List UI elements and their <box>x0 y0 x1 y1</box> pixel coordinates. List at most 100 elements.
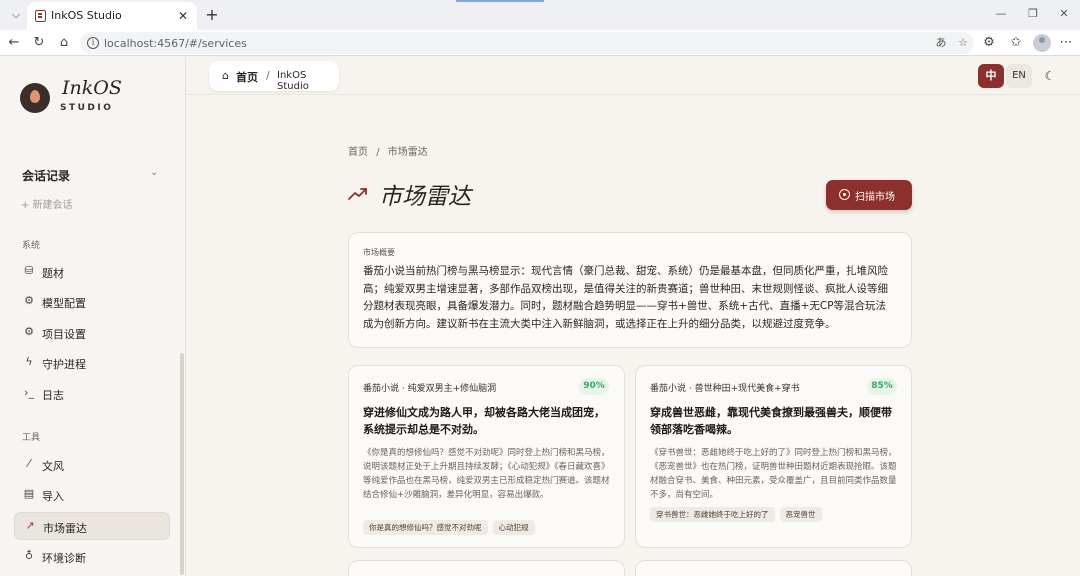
trend-chip-list: 穿书兽世：恶雌她终于吃上好的了 恶宠兽世 <box>650 507 827 526</box>
dark-mode-icon[interactable]: ☾ <box>1040 66 1060 86</box>
reload-icon[interactable]: ↻ <box>31 35 47 51</box>
tab-list-dropdown-icon[interactable]: ⌵ <box>8 7 24 23</box>
sidebar-item-genre[interactable]: ⛁ 题材 <box>14 258 170 286</box>
trend-title: 穿成兽世恶雌，靠现代美食撩到最强兽夫，顺便带领部落吃香喝辣。 <box>650 406 892 436</box>
terminal-icon: ›_ <box>24 386 34 399</box>
sidebar-item-label: 守护进程 <box>42 358 86 371</box>
top-breadcrumb-current: InkOS Studio <box>277 70 309 92</box>
sidebar-item-label: 题材 <box>42 267 64 280</box>
trend-tag: 番茄小说 · 兽世种田+现代美食+穿书 <box>650 384 800 394</box>
trending-up-icon: ↗ <box>25 519 35 532</box>
trend-card-partial[interactable] <box>348 560 625 576</box>
address-bar-row: ← ↻ ⌂ i localhost:4567/#/services あ ☆ ⚙ … <box>0 30 1080 56</box>
favorites-icon[interactable]: ✩ <box>1008 35 1024 51</box>
sidebar-item-label: 日志 <box>42 389 64 402</box>
window-close-icon[interactable]: ✕ <box>1056 6 1072 22</box>
trend-description: 《你是真的想修仙吗？感觉不对劲呢》同时登上热门榜和黑马榜，说明该题材正处于上升期… <box>363 448 610 500</box>
breadcrumb-home[interactable]: 首页 <box>348 147 368 158</box>
header-divider <box>187 94 1080 95</box>
sidebar-scrollbar[interactable] <box>180 353 184 575</box>
wand-icon: ⁄ <box>28 457 30 470</box>
minimize-icon[interactable]: — <box>993 6 1009 22</box>
sidebar-item-import[interactable]: ▤ 导入 <box>14 481 170 509</box>
overview-label: 市场概要 <box>363 248 395 257</box>
sidebar-item-model-config[interactable]: ⚙ 模型配置 <box>14 288 170 316</box>
url-field[interactable]: i localhost:4567/#/services あ ☆ <box>80 32 974 54</box>
lightning-icon: ϟ <box>25 355 33 368</box>
sidebar-item-project-settings[interactable]: ⚙ 项目设置 <box>14 319 170 347</box>
book-stack-icon: ⛁ <box>24 264 34 277</box>
sidebar-item-label: 市场雷达 <box>43 522 87 535</box>
logo-icon <box>20 83 50 113</box>
breadcrumb: 首页 / 市场雷达 <box>348 143 433 158</box>
new-tab-icon[interactable]: + <box>203 6 221 24</box>
language-zh-button[interactable]: 中 <box>978 64 1004 88</box>
trend-score-badge: 85% <box>867 378 897 395</box>
home-icon[interactable]: ⌂ <box>56 35 72 51</box>
maximize-icon[interactable]: ❐ <box>1025 6 1041 22</box>
site-info-icon[interactable]: i <box>87 37 99 49</box>
browser-tab[interactable]: InkOS Studio ✕ <box>27 2 197 30</box>
trend-chip-list: 你是真的想修仙吗？感觉不对劲呢 心动犯规 <box>363 520 540 539</box>
tab-strip-indicator <box>456 0 544 2</box>
scan-market-button[interactable]: 扫描市场 <box>826 180 912 210</box>
settings-icon: ⚙ <box>24 325 34 338</box>
profile-avatar[interactable] <box>1033 34 1051 52</box>
top-breadcrumb-home[interactable]: 首页 <box>236 69 258 85</box>
reference-chip: 心动犯规 <box>492 520 535 535</box>
trend-description: 《穿书兽世：恶雌她终于吃上好的了》同时登上热门榜和黑马榜，《恶宠兽世》也在热门榜… <box>650 448 897 500</box>
chevron-down-icon[interactable]: ⌄ <box>150 167 158 178</box>
scan-market-label: 扫描市场 <box>855 192 895 203</box>
breadcrumb-current: 市场雷达 <box>387 147 428 158</box>
logo-subtitle: STUDIO <box>60 103 114 113</box>
sidebar-item-label: 模型配置 <box>42 297 86 310</box>
logo-name: InkOS <box>62 77 122 99</box>
market-overview-card: 市场概要 番茄小说当前热门榜与黑马榜显示：现代言情（豪门总裁、甜宠、系统）仍是最… <box>348 232 912 348</box>
trend-tag: 番茄小说 · 纯爱双男主+修仙脑洞 <box>363 384 497 394</box>
trend-score-badge: 90% <box>579 378 609 395</box>
top-breadcrumb: ⌂ 首页 / InkOS Studio <box>209 61 339 92</box>
sidebar-item-label: 环境诊断 <box>42 552 86 565</box>
extensions-icon[interactable]: ⚙ <box>981 35 997 51</box>
trend-card[interactable]: 番茄小说 · 兽世种田+现代美食+穿书 85% 穿成兽世恶雌，靠现代美食撩到最强… <box>635 365 912 548</box>
sidebar-item-daemon[interactable]: ϟ 守护进程 <box>14 349 170 377</box>
stethoscope-icon: ♁ <box>24 549 34 562</box>
sidebar-item-label: 导入 <box>42 490 64 503</box>
page-title: 市场雷达 <box>379 184 471 210</box>
file-import-icon: ▤ <box>23 487 35 500</box>
sidebar-item-label: 文风 <box>42 460 64 473</box>
url-text[interactable]: localhost:4567/#/services <box>104 37 247 50</box>
trend-card-partial[interactable] <box>635 560 912 576</box>
system-group-label: 系统 <box>22 241 41 251</box>
tab-title: InkOS Studio <box>51 9 122 22</box>
more-menu-icon[interactable]: ⋯ <box>1058 35 1074 51</box>
trending-up-icon <box>348 188 367 200</box>
tab-favicon-icon <box>35 10 46 22</box>
reference-chip: 穿书兽世：恶雌她终于吃上好的了 <box>650 507 775 522</box>
sidebar-item-style[interactable]: ⁄ 文风 <box>14 451 170 479</box>
overview-text: 番茄小说当前热门榜与黑马榜显示：现代言情（豪门总裁、甜宠、系统）仍是最基本盘，但… <box>363 265 888 330</box>
reference-chip: 恶宠兽世 <box>779 507 822 522</box>
trend-title: 穿进修仙文成为路人甲，却被各路大佬当成团宠，系统提示却总是不对劲。 <box>363 406 605 436</box>
sidebar-item-logs[interactable]: ›_ 日志 <box>14 380 170 408</box>
app-sidebar: InkOS STUDIO 会话记录 ⌄ + 新建会话 系统 ⛁ 题材 ⚙ 模型配… <box>0 57 186 576</box>
bookmark-star-icon[interactable]: ☆ <box>956 36 970 50</box>
back-icon[interactable]: ← <box>6 35 22 51</box>
trend-card[interactable]: 番茄小说 · 纯爱双男主+修仙脑洞 90% 穿进修仙文成为路人甲，却被各路大佬当… <box>348 365 625 548</box>
tools-group-label: 工具 <box>22 433 41 443</box>
tab-close-icon[interactable]: ✕ <box>175 8 191 24</box>
sessions-header[interactable]: 会话记录 <box>22 167 70 184</box>
sidebar-item-label: 项目设置 <box>42 328 86 341</box>
sidebar-item-market-radar[interactable]: ↗ 市场雷达 <box>14 512 170 540</box>
main-content: ⌂ 首页 / InkOS Studio 中 EN ☾ 首页 / 市场雷达 市场雷… <box>187 57 1080 576</box>
breadcrumb-separator: / <box>376 147 380 158</box>
language-en-button[interactable]: EN <box>1006 64 1032 88</box>
browser-tab-strip: ⌵ InkOS Studio ✕ + — ❐ ✕ <box>0 0 1080 30</box>
new-session-button[interactable]: + 新建会话 <box>21 196 73 211</box>
home-icon[interactable]: ⌂ <box>219 69 232 82</box>
gear-icon: ⚙ <box>24 294 34 307</box>
reference-chip: 你是真的想修仙吗？感觉不对劲呢 <box>363 520 488 535</box>
translate-icon[interactable]: あ <box>934 36 948 50</box>
radar-icon <box>839 189 850 200</box>
sidebar-item-diagnostics[interactable]: ♁ 环境诊断 <box>14 543 170 571</box>
